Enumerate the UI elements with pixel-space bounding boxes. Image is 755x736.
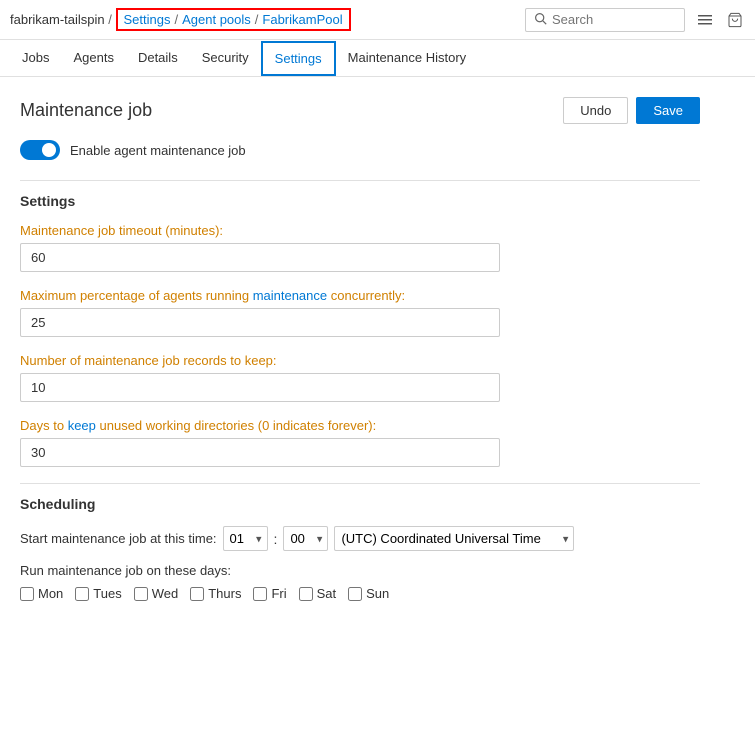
settings-section-title: Settings (20, 193, 700, 209)
records-input[interactable] (20, 373, 500, 402)
tab-details[interactable]: Details (126, 40, 190, 77)
days-keep-label: Days to keep unused working directories … (20, 418, 700, 433)
top-bar: fabrikam-tailspin / Settings / Agent poo… (0, 0, 755, 40)
max-percent-input[interactable] (20, 308, 500, 337)
days-run-label: Run maintenance job on these days: (20, 563, 700, 578)
minute-select[interactable]: 00153045 (283, 526, 328, 551)
label-sat: Sat (317, 586, 337, 601)
search-icon (534, 12, 547, 28)
main-content: Maintenance job Undo Save Enable agent m… (0, 77, 720, 621)
tab-settings[interactable]: Settings (261, 41, 336, 76)
time-colon: : (274, 531, 278, 547)
search-box[interactable] (525, 8, 685, 32)
highlight-keep: keep (68, 418, 96, 433)
top-bar-right (525, 8, 745, 32)
checkbox-tues[interactable] (75, 587, 89, 601)
maintenance-toggle[interactable] (20, 140, 60, 160)
cart-icon[interactable] (725, 10, 745, 30)
field-days-keep: Days to keep unused working directories … (20, 418, 700, 467)
label-mon: Mon (38, 586, 63, 601)
checkbox-sat[interactable] (299, 587, 313, 601)
checkbox-fri[interactable] (253, 587, 267, 601)
checkbox-wed[interactable] (134, 587, 148, 601)
field-timeout: Maintenance job timeout (minutes): (20, 223, 700, 272)
hour-select-wrap: 01020304 05060708 09101112 13141516 1718… (223, 526, 268, 551)
label-wed: Wed (152, 586, 179, 601)
start-time-label: Start maintenance job at this time: (20, 531, 217, 546)
label-fri: Fri (271, 586, 286, 601)
day-wed: Wed (134, 586, 179, 601)
toggle-label: Enable agent maintenance job (70, 143, 246, 158)
checkbox-sun[interactable] (348, 587, 362, 601)
breadcrumb-settings[interactable]: Settings (124, 12, 171, 27)
toggle-slider (20, 140, 60, 160)
scheduling-title: Scheduling (20, 496, 700, 512)
tab-navigation: Jobs Agents Details Security Settings Ma… (0, 40, 755, 77)
day-thurs: Thurs (190, 586, 241, 601)
day-fri: Fri (253, 586, 286, 601)
label-sun: Sun (366, 586, 389, 601)
sep2: / (174, 12, 178, 27)
day-mon: Mon (20, 586, 63, 601)
timeout-label: Maintenance job timeout (minutes): (20, 223, 700, 238)
tab-maintenance-history[interactable]: Maintenance History (336, 40, 479, 77)
breadcrumb-pool[interactable]: FabrikamPool (262, 12, 342, 27)
toggle-row: Enable agent maintenance job (20, 140, 700, 160)
hour-select[interactable]: 01020304 05060708 09101112 13141516 1718… (223, 526, 268, 551)
divider-2 (20, 483, 700, 484)
field-records: Number of maintenance job records to kee… (20, 353, 700, 402)
days-keep-input[interactable] (20, 438, 500, 467)
tab-security[interactable]: Security (190, 40, 261, 77)
start-time-row: Start maintenance job at this time: 0102… (20, 526, 700, 551)
timezone-select-wrap: (UTC) Coordinated Universal Time (UTC+05… (334, 526, 574, 551)
timezone-select[interactable]: (UTC) Coordinated Universal Time (UTC+05… (334, 526, 574, 551)
breadcrumb-outlined: Settings / Agent pools / FabrikamPool (116, 8, 351, 31)
undo-button[interactable]: Undo (563, 97, 628, 124)
sep1: / (105, 12, 116, 27)
tab-agents[interactable]: Agents (61, 40, 125, 77)
breadcrumb-agent-pools[interactable]: Agent pools (182, 12, 251, 27)
save-button[interactable]: Save (636, 97, 700, 124)
timeout-input[interactable] (20, 243, 500, 272)
highlight-maintenance: maintenance (253, 288, 327, 303)
max-percent-label: Maximum percentage of agents running mai… (20, 288, 700, 303)
tab-jobs[interactable]: Jobs (10, 40, 61, 77)
day-sun: Sun (348, 586, 389, 601)
label-tues: Tues (93, 586, 121, 601)
day-sat: Sat (299, 586, 337, 601)
maintenance-job-header: Maintenance job Undo Save (20, 97, 700, 124)
records-label: Number of maintenance job records to kee… (20, 353, 700, 368)
label-thurs: Thurs (208, 586, 241, 601)
days-checkboxes-row: Mon Tues Wed Thurs Fri Sat Sun (20, 586, 700, 601)
checkbox-thurs[interactable] (190, 587, 204, 601)
search-input[interactable] (552, 12, 676, 27)
field-max-percent: Maximum percentage of agents running mai… (20, 288, 700, 337)
checkbox-mon[interactable] (20, 587, 34, 601)
day-tues: Tues (75, 586, 121, 601)
sep3: / (255, 12, 259, 27)
list-icon[interactable] (695, 10, 715, 30)
divider-1 (20, 180, 700, 181)
maintenance-job-title: Maintenance job (20, 100, 152, 121)
minute-select-wrap: 00153045 (283, 526, 328, 551)
action-buttons: Undo Save (563, 97, 700, 124)
org-name[interactable]: fabrikam-tailspin (10, 12, 105, 27)
